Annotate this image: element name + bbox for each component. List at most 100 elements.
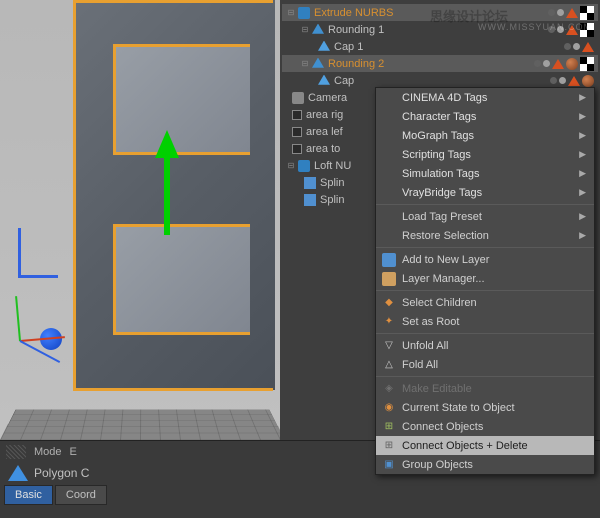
letter-hole-1	[115, 45, 250, 153]
editable-icon: ◈	[382, 382, 396, 396]
y-axis-arrow[interactable]	[155, 130, 179, 158]
fold-icon: △	[382, 358, 396, 372]
menu-label: Connect Objects + Delete	[402, 440, 528, 452]
menu-item-select-children[interactable]: ◆Select Children	[376, 293, 594, 312]
grid-floor	[0, 409, 285, 440]
selection-edge	[73, 0, 76, 390]
tag-material-icon[interactable]	[566, 58, 578, 70]
attr-tab-coord[interactable]: Coord	[55, 485, 107, 505]
tree-item-cap1[interactable]: Cap 1	[282, 38, 598, 55]
visibility-checkbox[interactable]	[292, 110, 302, 120]
tag-triangle-icon[interactable]	[582, 42, 594, 52]
menu-label: Group Objects	[402, 459, 473, 471]
tag-triangle-icon[interactable]	[566, 8, 578, 18]
tag-checker-icon[interactable]	[580, 57, 594, 71]
letter-hole-2	[115, 225, 250, 333]
selection-edge	[73, 0, 273, 3]
selection-edge	[113, 332, 250, 335]
tree-label: Extrude NURBS	[314, 7, 393, 19]
tree-label: Camera	[308, 92, 347, 104]
camera-icon	[292, 92, 304, 104]
menu-item-layer-manager[interactable]: Layer Manager...	[376, 269, 594, 288]
tree-label: Rounding 2	[328, 58, 384, 70]
group-icon: ▣	[382, 458, 396, 472]
menu-item-cinema-tags[interactable]: CINEMA 4D Tags▶	[376, 88, 594, 107]
tree-label: Loft NU	[314, 160, 351, 172]
connect-icon: ⊞	[382, 420, 396, 434]
drag-handle-icon[interactable]	[6, 445, 26, 459]
unfold-icon: ▽	[382, 339, 396, 353]
menu-item-unfold-all[interactable]: ▽Unfold All	[376, 336, 594, 355]
attr-edit-label[interactable]: E	[70, 446, 77, 458]
menu-item-fold-all[interactable]: △Fold All	[376, 355, 594, 374]
menu-label: Make Editable	[402, 383, 472, 395]
tag-triangle-icon[interactable]	[552, 59, 564, 69]
tree-label: area lef	[306, 126, 343, 138]
menu-separator	[376, 247, 594, 248]
submenu-arrow-icon: ▶	[579, 130, 586, 141]
tag-triangle-icon[interactable]	[568, 76, 580, 86]
submenu-arrow-icon: ▶	[579, 92, 586, 103]
menu-label: Set as Root	[402, 316, 459, 328]
menu-label: Scripting Tags	[402, 149, 471, 161]
tree-label: area to	[306, 143, 340, 155]
selection-edge	[113, 224, 116, 334]
expander-icon[interactable]: ⊟	[286, 161, 296, 171]
menu-label: Current State to Object	[402, 402, 515, 414]
tree-label: Cap 1	[334, 41, 363, 53]
menu-item-connect-delete[interactable]: ⊞Connect Objects + Delete	[376, 436, 594, 455]
menu-item-current-state[interactable]: ◉ Current State to Object	[376, 398, 594, 417]
selection-edge	[113, 44, 250, 47]
submenu-arrow-icon: ▶	[579, 230, 586, 241]
attr-tab-basic[interactable]: Basic	[4, 485, 53, 505]
menu-label: Restore Selection	[402, 230, 489, 242]
blue-axis-h	[18, 275, 58, 278]
y-axis-shaft[interactable]	[164, 155, 170, 235]
visibility-checkbox[interactable]	[292, 144, 302, 154]
menu-item-add-to-new-layer[interactable]: Add to New Layer	[376, 250, 594, 269]
menu-separator	[376, 376, 594, 377]
menu-item-simulation-tags[interactable]: Simulation Tags ▶	[376, 164, 594, 183]
tree-label: Cap	[334, 75, 354, 87]
menu-item-group-objects[interactable]: ▣ Group Objects	[376, 455, 594, 474]
cap-icon	[318, 41, 330, 53]
extruded-object[interactable]	[45, 0, 275, 400]
menu-label: Load Tag Preset	[402, 211, 482, 223]
layer-manager-icon	[382, 272, 396, 286]
menu-item-connect-objects[interactable]: ⊞Connect Objects	[376, 417, 594, 436]
menu-item-load-tag-preset[interactable]: Load Tag Preset ▶	[376, 207, 594, 226]
attr-mode-label[interactable]: Mode	[34, 446, 62, 458]
extrude-icon	[298, 7, 310, 19]
spline-icon	[304, 194, 316, 206]
viewport-3d[interactable]	[0, 0, 285, 440]
expander-icon[interactable]: ⊟	[286, 8, 296, 18]
submenu-arrow-icon: ▶	[579, 211, 586, 222]
state-icon: ◉	[382, 401, 396, 415]
menu-label: Select Children	[402, 297, 477, 309]
menu-item-set-as-root[interactable]: ✦Set as Root	[376, 312, 594, 331]
submenu-arrow-icon: ▶	[579, 168, 586, 179]
expander-icon[interactable]: ⊟	[300, 25, 310, 35]
menu-label: Character Tags	[402, 111, 476, 123]
attr-title-text: Polygon C	[34, 466, 89, 480]
gizmo-y	[15, 296, 21, 341]
menu-item-vraybridge-tags[interactable]: VrayBridge Tags▶	[376, 183, 594, 202]
menu-item-make-editable: ◈ Make Editable	[376, 379, 594, 398]
loft-icon	[298, 160, 310, 172]
menu-item-mograph-tags[interactable]: MoGraph Tags ▶	[376, 126, 594, 145]
menu-label: MoGraph Tags	[402, 130, 474, 142]
tree-item-rounding2[interactable]: ⊟ Rounding 2	[282, 55, 598, 72]
menu-item-scripting-tags[interactable]: Scripting Tags▶	[376, 145, 594, 164]
menu-label: Simulation Tags	[402, 168, 479, 180]
menu-label: VrayBridge Tags	[402, 187, 482, 199]
menu-label: Add to New Layer	[402, 254, 489, 266]
tag-material-icon[interactable]	[582, 75, 594, 87]
visibility-checkbox[interactable]	[292, 127, 302, 137]
tree-label: Rounding 1	[328, 24, 384, 36]
context-menu: CINEMA 4D Tags▶ Character Tags▶ MoGraph …	[375, 87, 595, 475]
rounding-icon	[312, 58, 324, 70]
expander-icon[interactable]: ⊟	[300, 59, 310, 69]
tag-checker-icon[interactable]	[580, 6, 594, 20]
menu-item-restore-selection[interactable]: Restore Selection ▶	[376, 226, 594, 245]
menu-item-character-tags[interactable]: Character Tags▶	[376, 107, 594, 126]
